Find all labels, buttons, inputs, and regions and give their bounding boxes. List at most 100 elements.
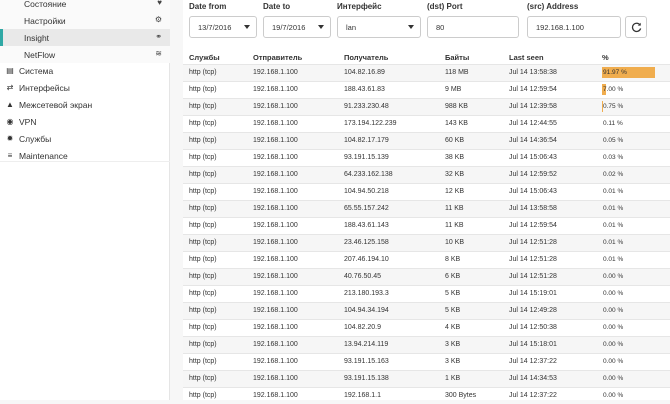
chevron-down-icon bbox=[318, 25, 324, 29]
interface-label: Интерфейс bbox=[337, 2, 382, 11]
chevron-down-icon bbox=[408, 25, 414, 29]
cell-bytes: 11 KB bbox=[445, 222, 464, 229]
cell-sender: 192.168.1.100 bbox=[253, 137, 298, 144]
binoculars-icon: ⚭ bbox=[155, 32, 162, 41]
cell-bytes: 3 KB bbox=[445, 358, 460, 365]
sidebar-item-2[interactable]: Insight⚭ bbox=[0, 29, 170, 46]
chevron-down-icon bbox=[244, 25, 250, 29]
cell-bytes: 988 KB bbox=[445, 103, 468, 110]
cell-sender: 192.168.1.100 bbox=[253, 120, 298, 127]
percent-bar-container: 0.01 % bbox=[602, 254, 660, 265]
sidebar-item-0[interactable]: Состояние ♥ bbox=[0, 0, 170, 12]
sidebar-item-1[interactable]: Настройки⚙ bbox=[0, 12, 170, 29]
sliders-icon: ≡ bbox=[5, 151, 15, 160]
percent-bar-container: 0.00 % bbox=[602, 390, 660, 401]
cell-service: http (tcp) bbox=[189, 392, 217, 399]
cell-bytes: 11 KB bbox=[445, 205, 464, 212]
sidebar-item-3[interactable]: NetFlow≋ bbox=[0, 46, 170, 63]
percent-bar-container: 0.00 % bbox=[602, 288, 660, 299]
cell-sender: 192.168.1.100 bbox=[253, 103, 298, 110]
dst-port-label: (dst) Port bbox=[427, 2, 463, 11]
cell-last-seen: Jul 14 15:06:43 bbox=[509, 188, 557, 195]
refresh-button[interactable] bbox=[625, 16, 647, 38]
cell-receiver: 207.46.194.10 bbox=[344, 256, 389, 263]
percent-bar-container: 0.01 % bbox=[602, 220, 660, 231]
cell-sender: 192.168.1.100 bbox=[253, 307, 298, 314]
cell-sender: 192.168.1.100 bbox=[253, 273, 298, 280]
percent-value: 0.00 % bbox=[603, 341, 623, 348]
sidebar-item-4[interactable]: ▤Система bbox=[0, 62, 170, 79]
cell-bytes: 5 KB bbox=[445, 290, 460, 297]
table-row: http (tcp)192.168.1.100192.168.1.1300 By… bbox=[183, 387, 670, 404]
cell-last-seen: Jul 14 14:34:53 bbox=[509, 375, 557, 382]
percent-value: 0.00 % bbox=[603, 375, 623, 382]
cell-service: http (tcp) bbox=[189, 205, 217, 212]
src-address-input[interactable]: 192.168.1.100 bbox=[527, 16, 621, 38]
date-to-select[interactable]: 19/7/2016 bbox=[263, 16, 331, 38]
table-row: http (tcp)192.168.1.100173.194.122.23914… bbox=[183, 115, 670, 132]
header-receiver[interactable]: Получатель bbox=[344, 53, 388, 62]
cell-receiver: 104.94.34.194 bbox=[344, 307, 389, 314]
sidebar-item-7[interactable]: ◉VPN bbox=[0, 113, 170, 130]
cell-sender: 192.168.1.100 bbox=[253, 256, 298, 263]
cell-bytes: 10 KB bbox=[445, 239, 464, 246]
header-services[interactable]: Службы bbox=[189, 53, 220, 62]
cell-receiver: 64.233.162.138 bbox=[344, 171, 393, 178]
percent-value: 0.01 % bbox=[603, 239, 623, 246]
cell-last-seen: Jul 14 13:58:38 bbox=[509, 69, 557, 76]
percent-bar-container: 0.00 % bbox=[602, 373, 660, 384]
percent-bar-container: 0.00 % bbox=[602, 322, 660, 333]
cell-last-seen: Jul 14 12:44:55 bbox=[509, 120, 557, 127]
percent-bar-container: 0.00 % bbox=[602, 271, 660, 282]
cell-sender: 192.168.1.100 bbox=[253, 375, 298, 382]
cell-receiver: 104.82.20.9 bbox=[344, 324, 381, 331]
src-address-value: 192.168.1.100 bbox=[536, 23, 584, 32]
cell-sender: 192.168.1.100 bbox=[253, 324, 298, 331]
cell-last-seen: Jul 14 12:50:38 bbox=[509, 324, 557, 331]
cell-bytes: 9 MB bbox=[445, 86, 461, 93]
table-row: http (tcp)192.168.1.100188.43.61.839 MBJ… bbox=[183, 81, 670, 98]
header-percent[interactable]: % bbox=[602, 53, 609, 62]
table-row: http (tcp)192.168.1.10064.233.162.13832 … bbox=[183, 166, 670, 183]
table-row: http (tcp)192.168.1.10093.191.15.1381 KB… bbox=[183, 370, 670, 387]
interface-select[interactable]: lan bbox=[337, 16, 421, 38]
cell-last-seen: Jul 14 12:59:52 bbox=[509, 171, 557, 178]
percent-bar-container: 7.00 % bbox=[602, 84, 660, 95]
cell-bytes: 12 KB bbox=[445, 188, 464, 195]
percent-bar-container: 0.03 % bbox=[602, 152, 660, 163]
cell-bytes: 8 KB bbox=[445, 256, 460, 263]
cell-receiver: 104.82.17.179 bbox=[344, 137, 389, 144]
rss-icon: ≋ bbox=[155, 49, 162, 58]
cell-sender: 192.168.1.100 bbox=[253, 171, 298, 178]
cell-receiver: 104.82.16.89 bbox=[344, 69, 385, 76]
percent-value: 0.01 % bbox=[603, 188, 623, 195]
cog-icon: ✹ bbox=[5, 134, 15, 143]
header-bytes[interactable]: Байты bbox=[445, 53, 469, 62]
cell-last-seen: Jul 14 12:39:58 bbox=[509, 103, 557, 110]
sidebar-item-label: Состояние bbox=[24, 0, 66, 9]
header-last-seen[interactable]: Last seen bbox=[509, 53, 544, 62]
cell-bytes: 4 KB bbox=[445, 324, 460, 331]
percent-value: 0.02 % bbox=[603, 171, 623, 178]
cell-receiver: 65.55.157.242 bbox=[344, 205, 389, 212]
percent-bar-container: 0.02 % bbox=[602, 169, 660, 180]
table-row: http (tcp)192.168.1.100188.43.61.14311 K… bbox=[183, 217, 670, 234]
heartbeat-icon: ♥ bbox=[157, 0, 162, 7]
dst-port-input[interactable]: 80 bbox=[427, 16, 519, 38]
cell-last-seen: Jul 14 12:59:54 bbox=[509, 86, 557, 93]
date-from-select[interactable]: 13/7/2016 bbox=[189, 16, 257, 38]
cell-receiver: 13.94.214.119 bbox=[344, 341, 388, 348]
sidebar-item-6[interactable]: ▲Межсетевой экран bbox=[0, 96, 170, 113]
cell-service: http (tcp) bbox=[189, 239, 217, 246]
cell-bytes: 3 KB bbox=[445, 341, 460, 348]
cell-last-seen: Jul 14 12:59:54 bbox=[509, 222, 557, 229]
sidebar-item-5[interactable]: ⇄Интерфейсы bbox=[0, 79, 170, 96]
cell-receiver: 23.46.125.158 bbox=[344, 239, 389, 246]
percent-bar-container: 0.01 % bbox=[602, 186, 660, 197]
cell-bytes: 1 KB bbox=[445, 375, 460, 382]
sidebar-item-8[interactable]: ✹Службы bbox=[0, 130, 170, 147]
cell-sender: 192.168.1.100 bbox=[253, 358, 298, 365]
cell-service: http (tcp) bbox=[189, 86, 217, 93]
percent-value: 0.05 % bbox=[603, 137, 623, 144]
header-sender[interactable]: Отправитель bbox=[253, 53, 302, 62]
